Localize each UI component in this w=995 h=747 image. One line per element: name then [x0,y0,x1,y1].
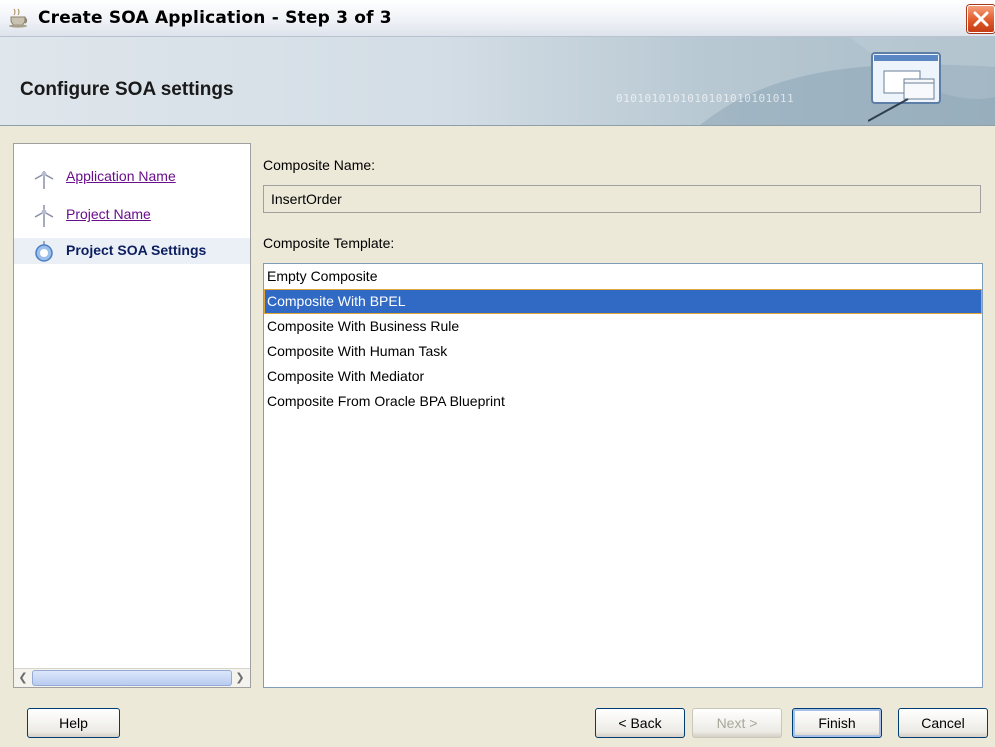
scroll-right-icon[interactable]: ❯ [232,670,248,685]
title-bar: Create SOA Application - Step 3 of 3 [0,0,995,37]
nav-item-project-name[interactable]: Project Name [14,202,250,228]
completed-step-icon [34,205,54,227]
close-icon [973,11,989,27]
wizard-steps-panel: Application Name Project Name Project SO… [13,143,251,688]
back-button[interactable]: < Back [595,708,685,738]
help-button[interactable]: Help [27,708,120,738]
scrollbar-thumb[interactable] [32,670,232,686]
coffee-cup-icon [9,8,28,28]
finish-button[interactable]: Finish [792,708,882,738]
composite-name-label: Composite Name: [263,157,376,173]
page-title: Configure SOA settings [20,79,234,100]
close-button[interactable] [967,5,995,33]
cancel-button[interactable]: Cancel [898,708,988,738]
nav-item-project-soa-settings[interactable]: Project SOA Settings [14,238,250,264]
binary-decoration: 0101010101010101010101011 [616,92,795,105]
next-button[interactable]: Next > [692,708,782,738]
create-soa-application-dialog: Create SOA Application - Step 3 of 3 Con… [0,0,995,747]
list-item[interactable]: Composite With Human Task [264,339,982,364]
left-panel-horizontal-scrollbar[interactable]: ❮ ❯ [14,668,250,687]
composite-template-list[interactable]: Empty Composite Composite With BPEL Comp… [263,263,983,688]
nav-item-application-name[interactable]: Application Name [14,164,250,190]
scroll-left-icon[interactable]: ❮ [15,670,31,685]
composite-template-label: Composite Template: [263,235,395,251]
list-item[interactable]: Composite From Oracle BPA Blueprint [264,389,982,414]
completed-step-icon [34,171,54,189]
list-item[interactable]: Empty Composite [264,264,982,289]
nav-label-project-name[interactable]: Project Name [66,206,151,222]
nav-label-application-name[interactable]: Application Name [66,168,176,184]
list-item[interactable]: Composite With Business Rule [264,314,982,339]
list-item[interactable]: Composite With Mediator [264,364,982,389]
window-title: Create SOA Application - Step 3 of 3 [38,8,392,28]
list-item[interactable]: Composite With BPEL [264,289,982,314]
current-step-icon [35,241,53,262]
wizard-header: Configure SOA settings 01010101010101010… [0,37,995,126]
composite-name-field[interactable]: InsertOrder [263,185,981,213]
nav-label-project-soa-settings: Project SOA Settings [66,242,207,258]
wizard-windows-icon [868,52,941,122]
